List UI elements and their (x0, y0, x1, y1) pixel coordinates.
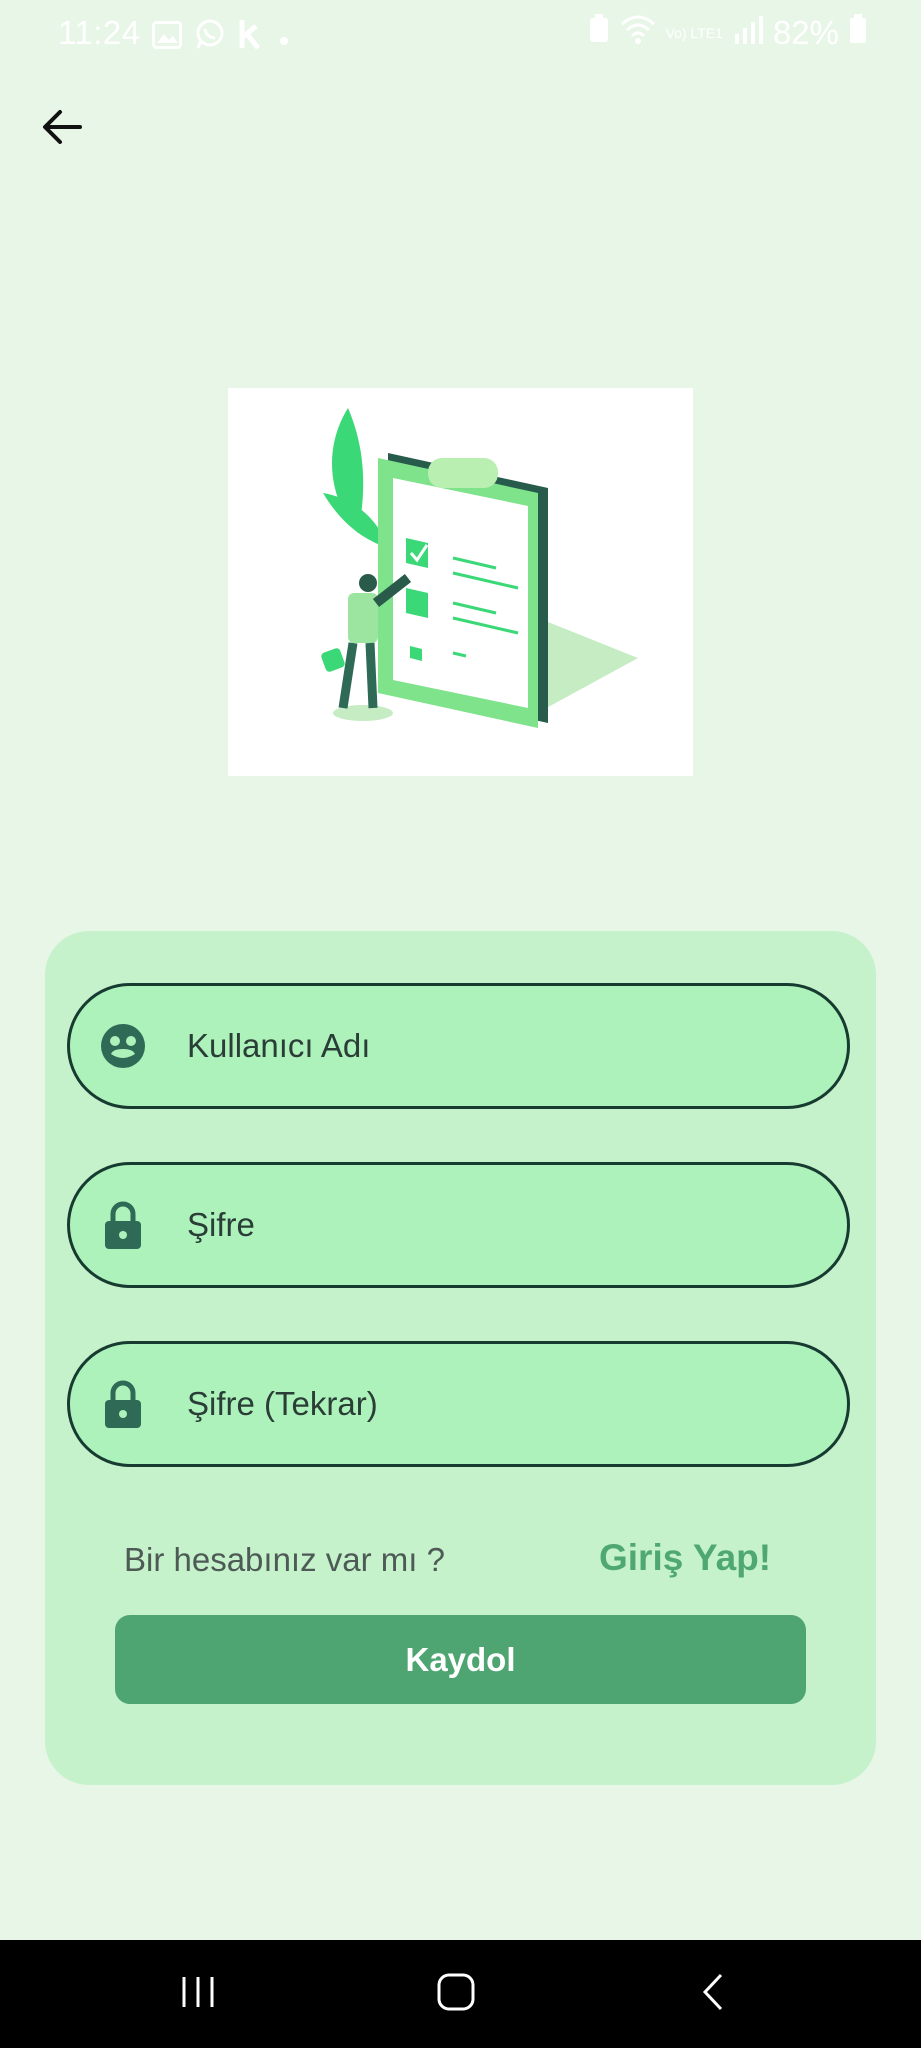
signal-icon (733, 14, 763, 52)
home-icon (436, 1972, 476, 2017)
home-button[interactable] (426, 1968, 486, 2020)
user-face-icon (99, 1022, 147, 1070)
wifi-icon (620, 14, 656, 52)
volte-icon: Vo) LTE1 (665, 25, 723, 41)
recents-icon (178, 1974, 218, 2015)
password-repeat-input[interactable] (187, 1385, 847, 1423)
login-link[interactable]: Giriş Yap! (599, 1537, 771, 1579)
register-button[interactable]: Kaydol (115, 1615, 806, 1704)
status-bar: 11:24 Vo) LTE1 82% (0, 0, 921, 70)
whatsapp-icon (194, 18, 226, 58)
username-input[interactable] (187, 1027, 847, 1065)
lock-icon (99, 1201, 147, 1249)
register-illustration (228, 388, 693, 776)
password-input[interactable] (187, 1206, 847, 1244)
arrow-left-icon (36, 110, 90, 158)
lock-icon (99, 1380, 147, 1428)
password-repeat-field[interactable] (67, 1341, 850, 1467)
back-button[interactable] (36, 100, 90, 154)
login-question-text: Bir hesabınız var mı ? (124, 1541, 445, 1578)
login-prompt-row: Bir hesabınız var mı ? Giriş Yap! (45, 1531, 876, 1591)
password-field[interactable] (67, 1162, 850, 1288)
status-time: 11:24 (58, 14, 141, 51)
system-nav-bar (0, 1940, 921, 2048)
nav-back-button[interactable] (684, 1968, 744, 2020)
status-notification-icons (152, 18, 294, 58)
status-system-icons: Vo) LTE1 82% (588, 14, 867, 52)
gallery-icon (152, 19, 182, 57)
battery-icon (849, 14, 867, 52)
battery-saver-icon (588, 14, 610, 52)
battery-percent: 82% (772, 14, 839, 51)
k-app-icon (238, 18, 262, 58)
clipboard-checklist-illustration (321, 408, 638, 728)
back-chevron-icon (699, 1972, 729, 2017)
register-form-card: Bir hesabınız var mı ? Giriş Yap! Kaydol (45, 931, 876, 1785)
username-field[interactable] (67, 983, 850, 1109)
dot-icon (274, 19, 294, 57)
recents-button[interactable] (168, 1968, 228, 2020)
